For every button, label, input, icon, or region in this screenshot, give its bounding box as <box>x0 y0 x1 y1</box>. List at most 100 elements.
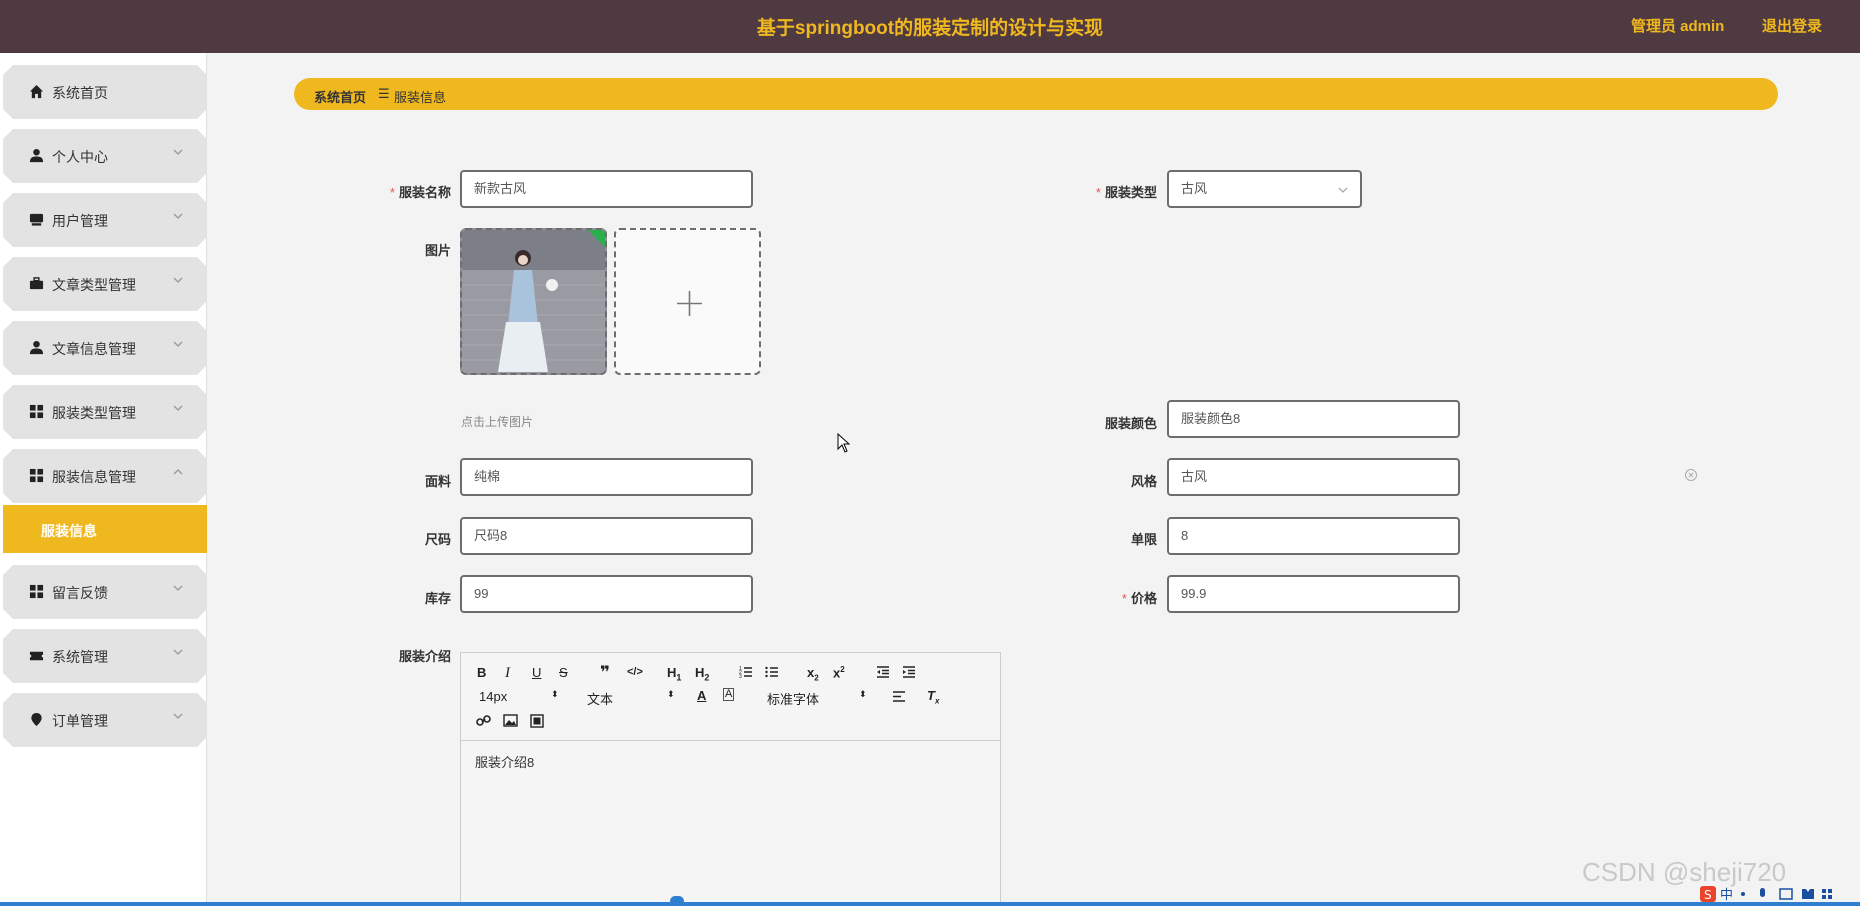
clothing-type-select[interactable]: 古风 <box>1167 170 1362 208</box>
blockquote-icon[interactable]: ❞ <box>600 663 610 683</box>
breadcrumb-current: 服装信息 <box>394 90 447 105</box>
ime-tray-icons: S 中 <box>1700 886 1832 903</box>
grid-icon <box>29 404 44 419</box>
price-input[interactable]: 99.9 <box>1167 575 1460 613</box>
sidebar-item-article-info[interactable]: 文章信息管理 <box>3 321 207 375</box>
chevron-down-icon <box>171 645 185 659</box>
sidebar-item-article-types[interactable]: 文章类型管理 <box>3 257 207 311</box>
size-label: 尺码 <box>424 532 451 547</box>
clear-circle-icon[interactable] <box>1684 468 1698 482</box>
pin-icon <box>29 712 44 727</box>
chevron-down-icon <box>171 337 185 351</box>
sidebar-item-users[interactable]: 用户管理 <box>3 193 207 247</box>
sidebar-item-label: 个人中心 <box>52 149 108 165</box>
outdent-icon[interactable] <box>876 665 890 679</box>
font-size-select[interactable]: 14px ⬍ <box>479 689 559 704</box>
video-icon[interactable] <box>530 714 544 728</box>
sidebar-subitem-clothing-info[interactable]: 服装信息 <box>3 505 207 553</box>
rich-text-editor: B I U S ❞ </> H1 H2 123 x2 x2 14px ⬍ 文本 ⬍ … <box>460 652 1001 906</box>
sidebar-item-label: 文章信息管理 <box>52 341 136 357</box>
user-icon <box>29 340 44 355</box>
align-icon[interactable] <box>892 690 906 703</box>
font-family-select[interactable]: 标准字体 ⬍ <box>767 689 867 708</box>
ticket-icon <box>29 648 44 663</box>
chevron-down-icon <box>171 401 185 415</box>
upload-image-button[interactable] <box>614 228 761 375</box>
font-color-icon[interactable]: A <box>697 688 706 703</box>
background-color-icon[interactable]: A <box>723 688 735 701</box>
editor-toolbar: B I U S ❞ </> H1 H2 123 x2 x2 14px ⬍ 文本 ⬍ … <box>461 653 1000 741</box>
clothing-photo <box>462 230 605 373</box>
logout-link[interactable]: 退出登录 <box>1762 15 1822 36</box>
sidebar-item-label: 用户管理 <box>52 213 108 229</box>
home-icon <box>29 84 44 99</box>
indent-icon[interactable] <box>902 665 916 679</box>
sidebar-subitem-label: 服装信息 <box>41 523 97 539</box>
style-label: 风格 <box>1130 474 1157 489</box>
block-type-select[interactable]: 文本 ⬍ <box>587 689 675 708</box>
watermark: CSDN @sheji720 <box>1582 857 1787 887</box>
sidebar-item-feedback[interactable]: 留言反馈 <box>3 565 207 619</box>
svg-text:中: 中 <box>1720 888 1733 903</box>
sidebar-item-system[interactable]: 系统管理 <box>3 629 207 683</box>
style-input[interactable]: 古风 <box>1167 458 1460 496</box>
type-label: * 服装类型 <box>1095 185 1157 200</box>
chevron-down-icon <box>171 581 185 595</box>
fabric-label: 面料 <box>424 474 451 489</box>
italic-icon[interactable]: I <box>505 665 510 682</box>
strikethrough-icon[interactable]: S <box>559 665 568 680</box>
mouse-cursor-icon <box>837 433 851 453</box>
stock-input[interactable]: 99 <box>460 575 753 613</box>
top-bar: 基于springboot的服装定制的设计与实现 管理员 admin 退出登录 <box>0 0 1860 53</box>
svg-text:3: 3 <box>739 674 742 679</box>
limit-input[interactable]: 8 <box>1167 517 1460 555</box>
breadcrumb: 系统首页 ☰ 服装信息 <box>294 78 1778 110</box>
briefcase-icon <box>29 276 44 291</box>
admin-label: 管理员 admin <box>1631 18 1725 35</box>
sidebar-item-home[interactable]: 系统首页 <box>3 65 207 119</box>
chevron-down-icon <box>171 209 185 223</box>
sidebar-item-label: 订单管理 <box>52 713 108 729</box>
svg-text:S: S <box>1704 888 1712 902</box>
ordered-list-icon[interactable]: 123 <box>739 665 753 679</box>
intro-label: 服装介绍 <box>398 649 451 664</box>
fabric-input[interactable]: 纯棉 <box>460 458 753 496</box>
sidebar-item-clothing-info[interactable]: 服装信息管理 <box>3 449 207 503</box>
heading2-icon[interactable]: H2 <box>695 665 709 683</box>
image-icon[interactable] <box>503 714 518 727</box>
scrollbar-thumb[interactable] <box>670 896 684 906</box>
clothing-color-input[interactable]: 服装颜色8 <box>1167 400 1460 438</box>
editor-content[interactable]: 服装介绍8 <box>475 752 534 771</box>
subscript-icon[interactable]: x2 <box>807 665 819 683</box>
sidebar-item-personal[interactable]: 个人中心 <box>3 129 207 183</box>
bullet-list-icon[interactable] <box>765 665 779 679</box>
clothing-name-input[interactable]: 新款古风 <box>460 170 753 208</box>
clear-format-icon[interactable]: Tx <box>927 688 939 706</box>
breadcrumb-separator: ☰ <box>378 86 390 101</box>
size-input[interactable]: 尺码8 <box>460 517 753 555</box>
code-block-icon[interactable]: </> <box>627 666 643 678</box>
user-icon <box>29 148 44 163</box>
horizontal-scrollbar[interactable] <box>0 902 1860 906</box>
uploaded-image-thumbnail[interactable] <box>460 228 607 375</box>
underline-icon[interactable]: U <box>532 665 541 680</box>
sidebar-item-clothing-types[interactable]: 服装类型管理 <box>3 385 207 439</box>
sidebar-item-orders[interactable]: 订单管理 <box>3 693 207 747</box>
breadcrumb-home[interactable]: 系统首页 <box>314 87 366 106</box>
sidebar-item-label: 留言反馈 <box>52 585 108 601</box>
price-label: * 价格 <box>1121 591 1157 606</box>
grid-icon <box>29 584 44 599</box>
chevron-down-icon <box>171 273 185 287</box>
bold-icon[interactable]: B <box>477 665 486 680</box>
link-icon[interactable] <box>476 713 491 728</box>
superscript-icon[interactable]: x2 <box>833 665 845 680</box>
app-title: 基于springboot的服装定制的设计与实现 <box>756 18 1104 39</box>
sidebar-item-label: 系统管理 <box>52 649 108 665</box>
sidebar-item-label: 文章类型管理 <box>52 277 136 293</box>
color-label: 服装颜色 <box>1104 416 1157 431</box>
chevron-down-icon <box>171 145 185 159</box>
sidebar: 系统首页 个人中心 用户管理 文章类型管理 文章信息管理 服装类型管理 服装信息… <box>0 53 207 906</box>
sidebar-item-label: 服装信息管理 <box>52 469 136 485</box>
heading1-icon[interactable]: H1 <box>667 665 681 683</box>
sidebar-item-label: 系统首页 <box>52 85 108 101</box>
